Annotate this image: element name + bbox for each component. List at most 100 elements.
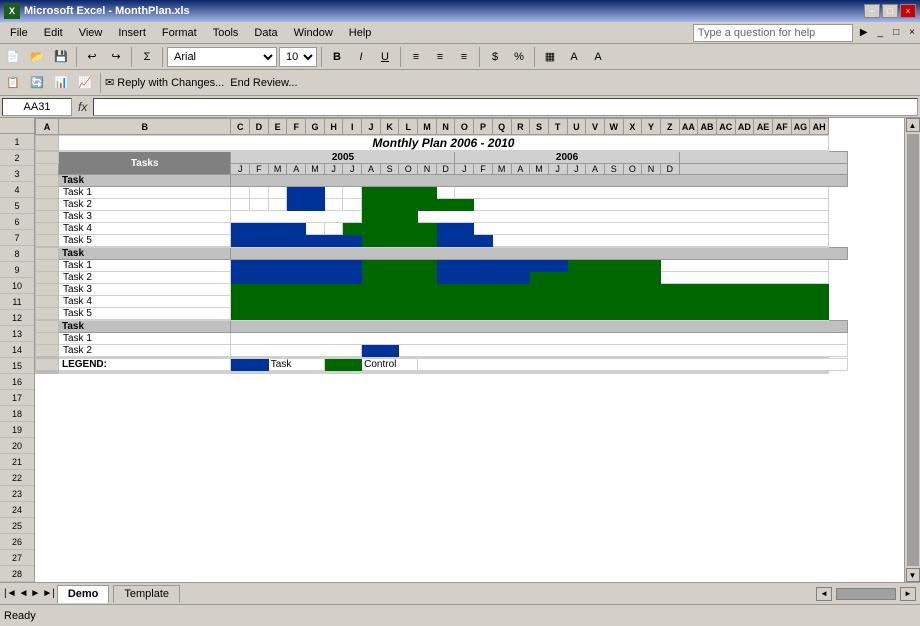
menu-tools[interactable]: Tools (205, 25, 247, 41)
col-header-ag: AG (791, 119, 810, 135)
close-app-button[interactable]: × (906, 26, 918, 39)
row-18-task5[interactable]: Task 5 (36, 308, 904, 320)
minimize-button[interactable]: − (864, 4, 880, 18)
close-button[interactable]: × (900, 4, 916, 18)
scroll-thumb[interactable] (907, 134, 919, 566)
font-size-select[interactable]: 10 (279, 47, 317, 67)
undo-button[interactable]: ↩ (81, 46, 103, 68)
row-num-11: 11 (0, 294, 34, 310)
toolbar-1: 📄 📂 💾 ↩ ↪ Σ Arial 10 B I U ≡ ≡ ≡ $ % ▦ A… (0, 44, 920, 70)
tb2-btn1[interactable]: 📋 (2, 72, 24, 94)
task2-3-label: Task 3 (58, 284, 230, 296)
row-15-task2[interactable]: Task 2 (36, 272, 904, 284)
scroll-right-button[interactable]: ► (900, 587, 916, 601)
underline-button[interactable]: U (374, 46, 396, 68)
scroll-down-button[interactable]: ▼ (906, 568, 920, 582)
border-button[interactable]: ▦ (539, 46, 561, 68)
tb-sep-1 (76, 47, 77, 67)
col-header-g: G (306, 119, 325, 135)
tb2-btn4[interactable]: 📈 (74, 72, 96, 94)
grid-area[interactable]: A B C D E F G H I J K L M N O P Q (35, 118, 904, 582)
font-color-button[interactable]: A (587, 46, 609, 68)
open-button[interactable]: 📂 (26, 46, 48, 68)
font-name-select[interactable]: Arial (167, 47, 277, 67)
align-center-button[interactable]: ≡ (429, 46, 451, 68)
row-num-15: 15 (0, 358, 34, 374)
maximize-button[interactable]: □ (882, 4, 898, 18)
vertical-scrollbar[interactable]: ▲ ▼ (904, 118, 920, 582)
month-o1: O (399, 164, 418, 175)
tab-nav-first[interactable]: |◄ (4, 588, 17, 599)
tab-nav-last[interactable]: ►| (42, 588, 55, 599)
menu-edit[interactable]: Edit (36, 25, 71, 41)
h-scroll-thumb[interactable] (836, 588, 896, 600)
col-header-w: W (604, 119, 623, 135)
col-header-aa: AA (679, 119, 698, 135)
legend-task-label: Task (268, 359, 324, 371)
menu-insert[interactable]: Insert (110, 25, 154, 41)
formula-input[interactable] (93, 98, 918, 116)
tab-nav-next[interactable]: ► (30, 588, 40, 599)
menu-help[interactable]: Help (341, 25, 380, 41)
italic-button[interactable]: I (350, 46, 372, 68)
menu-window[interactable]: Window (286, 25, 341, 41)
col-header-l: L (399, 119, 418, 135)
sum-button[interactable]: Σ (136, 46, 158, 68)
align-left-button[interactable]: ≡ (405, 46, 427, 68)
row-14-task1[interactable]: Task 1 (36, 260, 904, 272)
save-button[interactable]: 💾 (50, 46, 72, 68)
tb-sep-6 (479, 47, 480, 67)
task-group-2-label: Task (58, 248, 230, 260)
minimize-app-button[interactable]: _ (875, 26, 887, 39)
row-21-task1[interactable]: Task 1 (36, 333, 904, 345)
tb2-btn2[interactable]: 🔄 (26, 72, 48, 94)
month-j6: J (567, 164, 586, 175)
new-button[interactable]: 📄 (2, 46, 24, 68)
col-header-p: P (474, 119, 493, 135)
percent-button[interactable]: % (508, 46, 530, 68)
window-controls[interactable]: − □ × (864, 4, 916, 18)
menu-format[interactable]: Format (154, 25, 205, 41)
sheet-tab-demo[interactable]: Demo (57, 585, 110, 603)
menu-view[interactable]: View (71, 25, 111, 41)
scroll-up-button[interactable]: ▲ (906, 118, 920, 132)
row-8-task2[interactable]: Task 2 (36, 199, 904, 211)
restore-app-button[interactable]: □ (890, 26, 902, 39)
row-17-task4[interactable]: Task 4 (36, 296, 904, 308)
align-right-button[interactable]: ≡ (453, 46, 475, 68)
row-11-task5[interactable]: Task 5 (36, 235, 904, 247)
row-num-18: 18 (0, 406, 34, 422)
col-header-c: C (231, 119, 250, 135)
sheet-tab-template[interactable]: Template (113, 585, 180, 603)
fill-color-button[interactable]: A (563, 46, 585, 68)
row-num-4: 4 (0, 182, 34, 198)
horizontal-scrollbar[interactable]: ◄ ► (186, 587, 920, 601)
col-header-k: K (380, 119, 399, 135)
spreadsheet-title: Monthly Plan 2006 - 2010 (58, 136, 828, 151)
row-7-task1[interactable]: Task 1 (36, 187, 904, 199)
month-j3: J (343, 164, 362, 175)
month-s2: S (604, 164, 623, 175)
menu-file[interactable]: File (2, 25, 36, 41)
menu-data[interactable]: Data (246, 25, 285, 41)
name-box[interactable]: AA31 (2, 98, 72, 116)
row-num-3: 3 (0, 166, 34, 182)
redo-button[interactable]: ↪ (105, 46, 127, 68)
tb2-btn3[interactable]: 📊 (50, 72, 72, 94)
row-16-task3[interactable]: Task 3 (36, 284, 904, 296)
month-m1: M (268, 164, 287, 175)
month-a3: A (511, 164, 530, 175)
help-go-button[interactable]: ▶ (857, 26, 871, 39)
row-9-task3[interactable]: Task 3 (36, 211, 904, 223)
currency-button[interactable]: $ (484, 46, 506, 68)
scroll-left-button[interactable]: ◄ (816, 587, 832, 601)
row-22-task2[interactable]: Task 2 (36, 345, 904, 357)
col-header-y: Y (642, 119, 661, 135)
row-10-task4[interactable]: Task 4 (36, 223, 904, 235)
tab-nav-prev[interactable]: ◄ (19, 588, 29, 599)
col-header-i: I (343, 119, 362, 135)
bold-button[interactable]: B (326, 46, 348, 68)
help-search-box[interactable]: Type a question for help (693, 24, 853, 42)
row-numbers: 1 2 3 4 5 6 7 8 9 10 11 12 13 14 15 16 1… (0, 118, 35, 582)
row-2-title: Monthly Plan 2006 - 2010 (36, 136, 904, 151)
